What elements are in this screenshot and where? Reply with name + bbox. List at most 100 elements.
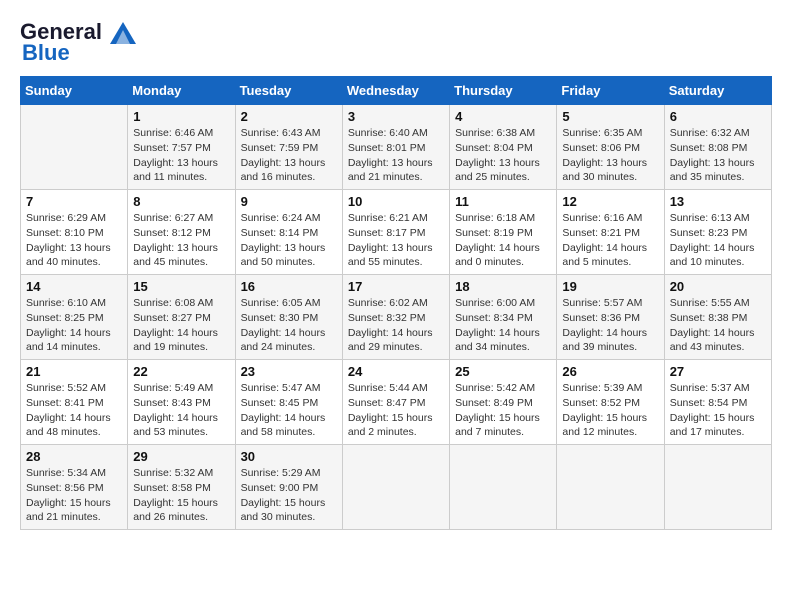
calendar-cell: 2 Sunrise: 6:43 AMSunset: 7:59 PMDaylight… (235, 105, 342, 190)
day-info: Sunrise: 5:47 AMSunset: 8:45 PMDaylight:… (241, 381, 337, 440)
day-info: Sunrise: 5:55 AMSunset: 8:38 PMDaylight:… (670, 296, 766, 355)
day-info: Sunrise: 6:21 AMSunset: 8:17 PMDaylight:… (348, 211, 444, 270)
header-day-wednesday: Wednesday (342, 77, 449, 105)
calendar-cell: 11Sunrise: 6:18 AMSunset: 8:19 PMDayligh… (450, 190, 557, 275)
calendar-cell: 19 Sunrise: 5:57 AMSunset: 8:36 PMDayligh… (557, 275, 664, 360)
day-number: 8 (133, 194, 229, 209)
day-number: 13 (670, 194, 766, 209)
day-number: 7 (26, 194, 122, 209)
day-number: 17 (348, 279, 444, 294)
day-number: 15 (133, 279, 229, 294)
header-day-thursday: Thursday (450, 77, 557, 105)
header-day-tuesday: Tuesday (235, 77, 342, 105)
calendar-cell: 5 Sunrise: 6:35 AMSunset: 8:06 PMDaylight… (557, 105, 664, 190)
day-number: 24 (348, 364, 444, 379)
header-row: SundayMondayTuesdayWednesdayThursdayFrid… (21, 77, 772, 105)
day-info: Sunrise: 6:00 AMSunset: 8:34 PMDaylight:… (455, 296, 551, 355)
day-number: 14 (26, 279, 122, 294)
day-number: 18 (455, 279, 551, 294)
day-info: Sunrise: 6:08 AMSunset: 8:27 PMDaylight:… (133, 296, 229, 355)
day-info: Sunrise: 5:29 AMSunset: 9:00 PMDaylight:… (241, 466, 337, 525)
calendar-cell: 21 Sunrise: 5:52 AMSunset: 8:41 PMDayligh… (21, 360, 128, 445)
day-number: 5 (562, 109, 658, 124)
calendar-table: SundayMondayTuesdayWednesdayThursdayFrid… (20, 76, 772, 530)
day-number: 10 (348, 194, 444, 209)
day-info: Sunrise: 6:43 AMSunset: 7:59 PMDaylight:… (241, 126, 337, 185)
week-row-3: 14 Sunrise: 6:10 AMSunset: 8:25 PMDayligh… (21, 275, 772, 360)
day-number: 11 (455, 194, 551, 209)
calendar-cell: 3 Sunrise: 6:40 AMSunset: 8:01 PMDaylight… (342, 105, 449, 190)
day-number: 3 (348, 109, 444, 124)
day-number: 12 (562, 194, 658, 209)
calendar-cell (450, 445, 557, 530)
day-info: Sunrise: 6:35 AMSunset: 8:06 PMDaylight:… (562, 126, 658, 185)
day-number: 27 (670, 364, 766, 379)
day-info: Sunrise: 5:52 AMSunset: 8:41 PMDaylight:… (26, 381, 122, 440)
header-day-saturday: Saturday (664, 77, 771, 105)
day-number: 30 (241, 449, 337, 464)
day-number: 4 (455, 109, 551, 124)
calendar-cell: 15 Sunrise: 6:08 AMSunset: 8:27 PMDayligh… (128, 275, 235, 360)
week-row-2: 7 Sunrise: 6:29 AMSunset: 8:10 PMDaylight… (21, 190, 772, 275)
header-day-monday: Monday (128, 77, 235, 105)
day-number: 21 (26, 364, 122, 379)
day-number: 23 (241, 364, 337, 379)
day-info: Sunrise: 6:16 AMSunset: 8:21 PMDaylight:… (562, 211, 658, 270)
day-info: Sunrise: 5:42 AMSunset: 8:49 PMDaylight:… (455, 381, 551, 440)
day-info: Sunrise: 5:44 AMSunset: 8:47 PMDaylight:… (348, 381, 444, 440)
day-info: Sunrise: 6:02 AMSunset: 8:32 PMDaylight:… (348, 296, 444, 355)
calendar-cell: 13 Sunrise: 6:13 AMSunset: 8:23 PMDayligh… (664, 190, 771, 275)
day-info: Sunrise: 5:57 AMSunset: 8:36 PMDaylight:… (562, 296, 658, 355)
calendar-cell: 4 Sunrise: 6:38 AMSunset: 8:04 PMDaylight… (450, 105, 557, 190)
day-info: Sunrise: 6:46 AMSunset: 7:57 PMDaylight:… (133, 126, 229, 185)
week-row-5: 28 Sunrise: 5:34 AMSunset: 8:56 PMDayligh… (21, 445, 772, 530)
day-info: Sunrise: 5:49 AMSunset: 8:43 PMDaylight:… (133, 381, 229, 440)
day-info: Sunrise: 6:29 AMSunset: 8:10 PMDaylight:… (26, 211, 122, 270)
day-info: Sunrise: 6:13 AMSunset: 8:23 PMDaylight:… (670, 211, 766, 270)
day-number: 19 (562, 279, 658, 294)
day-number: 6 (670, 109, 766, 124)
day-number: 22 (133, 364, 229, 379)
day-number: 1 (133, 109, 229, 124)
day-number: 25 (455, 364, 551, 379)
calendar-cell: 14 Sunrise: 6:10 AMSunset: 8:25 PMDayligh… (21, 275, 128, 360)
week-row-4: 21 Sunrise: 5:52 AMSunset: 8:41 PMDayligh… (21, 360, 772, 445)
calendar-cell: 24 Sunrise: 5:44 AMSunset: 8:47 PMDayligh… (342, 360, 449, 445)
calendar-cell: 10 Sunrise: 6:21 AMSunset: 8:17 PMDayligh… (342, 190, 449, 275)
week-row-1: 1 Sunrise: 6:46 AMSunset: 7:57 PMDaylight… (21, 105, 772, 190)
day-info: Sunrise: 5:34 AMSunset: 8:56 PMDaylight:… (26, 466, 122, 525)
day-info: Sunrise: 6:10 AMSunset: 8:25 PMDaylight:… (26, 296, 122, 355)
day-info: Sunrise: 6:32 AMSunset: 8:08 PMDaylight:… (670, 126, 766, 185)
calendar-cell: 18 Sunrise: 6:00 AMSunset: 8:34 PMDayligh… (450, 275, 557, 360)
calendar-cell: 9Sunrise: 6:24 AMSunset: 8:14 PMDaylight… (235, 190, 342, 275)
calendar-cell: 17 Sunrise: 6:02 AMSunset: 8:32 PMDayligh… (342, 275, 449, 360)
day-info: Sunrise: 6:38 AMSunset: 8:04 PMDaylight:… (455, 126, 551, 185)
calendar-cell: 26 Sunrise: 5:39 AMSunset: 8:52 PMDayligh… (557, 360, 664, 445)
day-info: Sunrise: 6:40 AMSunset: 8:01 PMDaylight:… (348, 126, 444, 185)
calendar-cell: 1 Sunrise: 6:46 AMSunset: 7:57 PMDaylight… (128, 105, 235, 190)
calendar-cell: 28 Sunrise: 5:34 AMSunset: 8:56 PMDayligh… (21, 445, 128, 530)
day-info: Sunrise: 6:05 AMSunset: 8:30 PMDaylight:… (241, 296, 337, 355)
day-number: 29 (133, 449, 229, 464)
day-info: Sunrise: 6:24 AMSunset: 8:14 PMDaylight:… (241, 211, 337, 270)
day-info: Sunrise: 6:27 AMSunset: 8:12 PMDaylight:… (133, 211, 229, 270)
calendar-cell: 16Sunrise: 6:05 AMSunset: 8:30 PMDayligh… (235, 275, 342, 360)
calendar-cell: 22 Sunrise: 5:49 AMSunset: 8:43 PMDayligh… (128, 360, 235, 445)
header-day-friday: Friday (557, 77, 664, 105)
calendar-cell: 25 Sunrise: 5:42 AMSunset: 8:49 PMDayligh… (450, 360, 557, 445)
calendar-cell: 7 Sunrise: 6:29 AMSunset: 8:10 PMDaylight… (21, 190, 128, 275)
calendar-cell: 23 Sunrise: 5:47 AMSunset: 8:45 PMDayligh… (235, 360, 342, 445)
day-info: Sunrise: 5:37 AMSunset: 8:54 PMDaylight:… (670, 381, 766, 440)
day-number: 28 (26, 449, 122, 464)
day-info: Sunrise: 5:39 AMSunset: 8:52 PMDaylight:… (562, 381, 658, 440)
day-number: 26 (562, 364, 658, 379)
day-number: 2 (241, 109, 337, 124)
calendar-cell: 12 Sunrise: 6:16 AMSunset: 8:21 PMDayligh… (557, 190, 664, 275)
calendar-cell: 6 Sunrise: 6:32 AMSunset: 8:08 PMDaylight… (664, 105, 771, 190)
calendar-cell: 29 Sunrise: 5:32 AMSunset: 8:58 PMDayligh… (128, 445, 235, 530)
calendar-cell (557, 445, 664, 530)
calendar-cell: 27 Sunrise: 5:37 AMSunset: 8:54 PMDayligh… (664, 360, 771, 445)
calendar-cell (664, 445, 771, 530)
header-day-sunday: Sunday (21, 77, 128, 105)
day-info: Sunrise: 5:32 AMSunset: 8:58 PMDaylight:… (133, 466, 229, 525)
